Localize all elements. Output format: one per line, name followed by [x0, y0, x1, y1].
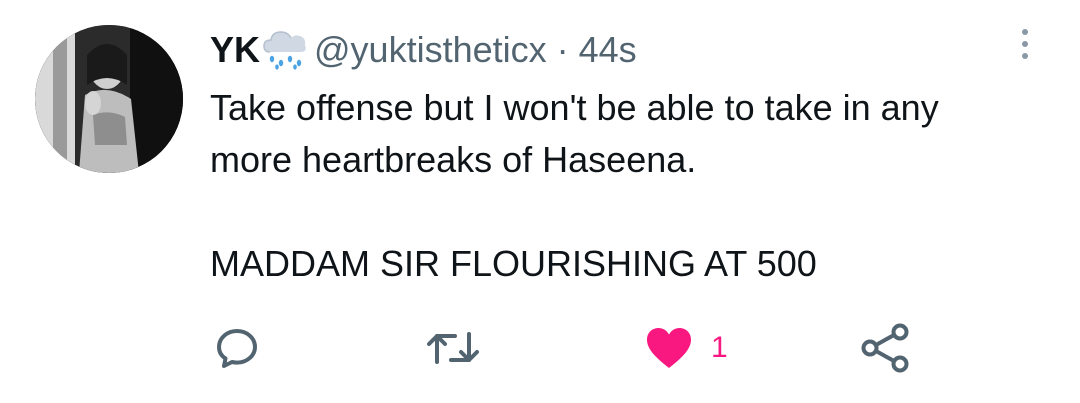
tweet-text-line: more heartbreaks of Haseena. — [210, 139, 697, 180]
tweet-text: Take offense but I won't be able to take… — [210, 82, 1050, 290]
like-button[interactable]: 1 — [645, 320, 728, 376]
cloud-with-rain-icon — [262, 30, 308, 70]
like-count: 1 — [711, 331, 728, 364]
tweet-actions: 1 — [0, 320, 1080, 380]
reply-bubble-icon — [217, 329, 257, 368]
avatar-photo — [35, 25, 183, 173]
separator-dot: · — [556, 29, 569, 70]
share-button[interactable] — [860, 320, 910, 376]
tweet-card[interactable]: YK @yuktistheticx · 44s Take offense but… — [0, 0, 1080, 403]
retweet-icon — [427, 332, 479, 364]
share-icon — [861, 323, 909, 373]
retweet-button[interactable] — [425, 320, 481, 376]
more-options-icon[interactable] — [1010, 24, 1040, 64]
reply-button[interactable] — [213, 320, 261, 376]
heart-filled-icon — [647, 328, 691, 368]
tweet-header: YK @yuktistheticx · 44s — [210, 28, 637, 72]
avatar[interactable] — [35, 25, 183, 173]
tweet-text-line: Take offense but I won't be able to take… — [210, 87, 939, 128]
tweet-text-line: MADDAM SIR FLOURISHING AT 500 — [210, 243, 817, 284]
author-handle[interactable]: @yuktistheticx — [314, 28, 547, 72]
tweet-timestamp[interactable]: 44s — [579, 28, 637, 72]
author-name[interactable]: YK — [210, 28, 260, 72]
